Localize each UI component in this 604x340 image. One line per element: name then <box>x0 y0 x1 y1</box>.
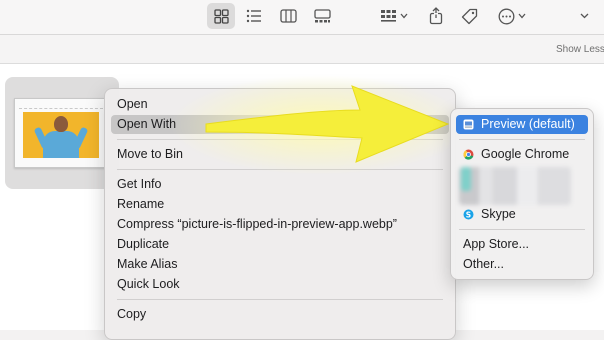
context-menu: Open Open With › Move to Bin Get Info Re… <box>104 88 456 340</box>
ellipsis-circle-icon <box>498 8 515 24</box>
file-thumbnail[interactable] <box>14 98 108 168</box>
chevron-down-icon <box>518 13 526 19</box>
menu-item-move-to-bin[interactable]: Move to Bin <box>111 145 449 164</box>
menu-item-open[interactable]: Open <box>111 95 449 114</box>
icon-view-button[interactable] <box>207 3 235 29</box>
submenu-item-label: App Store... <box>463 237 530 251</box>
submenu-item-chrome[interactable]: Google Chrome <box>456 145 588 164</box>
menu-item-make-alias[interactable]: Make Alias <box>111 255 449 274</box>
share-button[interactable] <box>424 3 448 29</box>
finder-toolbar <box>0 0 604 35</box>
menu-item-label: Open With <box>117 117 177 131</box>
menu-separator <box>459 139 585 140</box>
tags-button[interactable] <box>456 3 482 29</box>
thumbnail-photo <box>23 112 99 158</box>
menu-item-label: Move to Bin <box>117 147 184 161</box>
open-with-submenu: Preview (default) Google Chrome S Skype … <box>450 108 594 280</box>
menu-item-label: Rename <box>117 197 165 211</box>
svg-text:S: S <box>466 210 471 219</box>
menu-item-label: Duplicate <box>117 237 170 251</box>
menu-separator <box>459 229 585 230</box>
menu-item-label: Open <box>117 97 148 111</box>
person-body <box>43 131 79 158</box>
blurred-app-item[interactable] <box>459 167 571 205</box>
action-button[interactable] <box>494 3 530 29</box>
skype-icon: S <box>463 209 474 220</box>
menu-item-get-info[interactable]: Get Info <box>111 175 449 194</box>
group-button[interactable] <box>376 3 412 29</box>
menu-item-label: Get Info <box>117 177 162 191</box>
menu-item-label: Quick Look <box>117 277 180 291</box>
submenu-item-label: Preview (default) <box>481 117 575 131</box>
submenu-item-app-store[interactable]: App Store... <box>456 235 588 254</box>
preview-app-icon <box>463 119 474 130</box>
menu-item-rename[interactable]: Rename <box>111 195 449 214</box>
chrome-icon <box>463 149 474 160</box>
column-view-button[interactable] <box>274 3 302 29</box>
menu-item-copy[interactable]: Copy <box>111 305 449 324</box>
menu-separator <box>117 299 443 300</box>
menu-item-quick-look[interactable]: Quick Look <box>111 275 449 294</box>
gallery-view-button[interactable] <box>307 3 337 29</box>
more-button[interactable] <box>574 3 594 29</box>
path-bar: Show Less <box>0 35 604 64</box>
submenu-item-label: Other... <box>463 257 504 271</box>
submenu-item-label: Google Chrome <box>481 147 570 161</box>
submenu-item-skype[interactable]: S Skype <box>456 205 588 224</box>
submenu-item-other[interactable]: Other... <box>456 255 588 274</box>
columns-icon <box>279 9 297 23</box>
tag-icon <box>461 8 477 24</box>
group-grid-icon <box>381 10 396 22</box>
chevron-down-icon <box>400 13 408 19</box>
show-less-link[interactable]: Show Less <box>556 44 604 55</box>
menu-item-open-with[interactable]: Open With › <box>111 115 449 134</box>
grid-icon <box>213 8 229 24</box>
chevron-right-icon: › <box>436 117 441 132</box>
menu-item-duplicate[interactable]: Duplicate <box>111 235 449 254</box>
person-head <box>54 116 68 132</box>
list-icon <box>246 9 261 23</box>
share-icon <box>429 7 443 25</box>
menu-separator <box>117 139 443 140</box>
submenu-item-label: Skype <box>481 207 516 221</box>
chevron-down-icon <box>580 13 588 19</box>
menu-item-compress[interactable]: Compress “picture-is-flipped-in-preview-… <box>111 215 449 234</box>
menu-separator <box>117 169 443 170</box>
menu-item-label: Compress “picture-is-flipped-in-preview-… <box>117 217 397 231</box>
gallery-icon <box>313 9 331 23</box>
menu-item-label: Make Alias <box>117 257 178 271</box>
list-view-button[interactable] <box>240 3 268 29</box>
submenu-item-preview[interactable]: Preview (default) <box>456 115 588 134</box>
menu-item-label: Copy <box>117 307 147 321</box>
thumbnail-header-strip <box>19 103 103 109</box>
